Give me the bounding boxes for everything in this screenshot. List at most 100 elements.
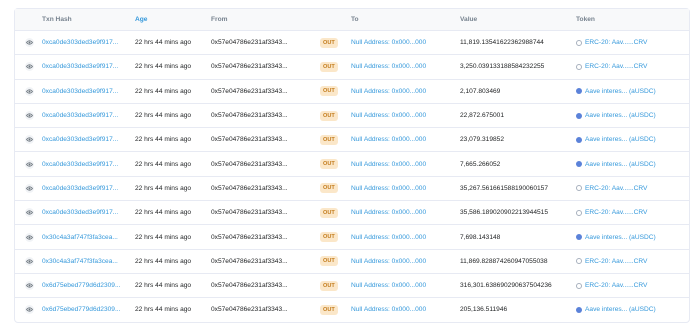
txn-hash-link[interactable]: 0x6d75ebed779d6d2309...	[42, 274, 135, 297]
eye-icon[interactable]	[24, 256, 34, 266]
to-address-link[interactable]: Null Address: 0x000...000	[351, 274, 461, 297]
out-badge: OUT	[320, 159, 338, 170]
table-header: Txn Hash Age From To Value Token	[15, 9, 689, 30]
token-link[interactable]: ERC-20: Aav......CRV	[585, 63, 647, 70]
to-address-link[interactable]: Null Address: 0x000...000	[351, 225, 461, 248]
eye-cell	[21, 31, 37, 54]
value-text: 11,869.828874260947055038	[460, 257, 548, 265]
header-txn-hash: Txn Hash	[42, 16, 72, 23]
to-address-link[interactable]: Null Address: 0x000...000	[351, 250, 461, 273]
token-link[interactable]: Aave interes... (aUSDC)	[585, 136, 656, 143]
txn-hash-link[interactable]: 0xca0de303ded3e9f917...	[42, 55, 135, 78]
token-link[interactable]: ERC-20: Aav......CRV	[585, 258, 647, 265]
to-address-link[interactable]: Null Address: 0x000...000	[351, 31, 461, 54]
from-address: 0x57e04786e231af3343...	[211, 184, 288, 192]
token-link[interactable]: Aave interes... (aUSDC)	[585, 306, 656, 313]
value-text: 35,267.561661588190060157	[460, 184, 549, 192]
txn-hash-link[interactable]: 0xca0de303ded3e9f917...	[42, 80, 135, 103]
token-link[interactable]: Aave interes... (aUSDC)	[585, 112, 656, 119]
token-link[interactable]: Aave interes... (aUSDC)	[585, 234, 656, 241]
value-text: 2,107.803469	[460, 87, 501, 95]
direction-cell: OUT	[320, 128, 342, 151]
token-cell: Aave interes... (aUSDC)	[576, 225, 689, 248]
eye-icon[interactable]	[24, 281, 34, 291]
eye-cell	[21, 177, 37, 200]
token-link[interactable]: ERC-20: Aav......CRV	[585, 209, 647, 216]
to-address-link[interactable]: Null Address: 0x000...000	[351, 201, 461, 224]
out-badge: OUT	[320, 183, 338, 194]
token-transfers-table: Txn Hash Age From To Value Token 0xca0de…	[14, 8, 690, 323]
age-text: 22 hrs 44 mins ago	[135, 184, 192, 192]
value-text: 22,872.675001	[460, 112, 505, 120]
token-cell: ERC-20: Aav......CRV	[576, 31, 689, 54]
header-age[interactable]: Age	[135, 9, 209, 30]
direction-cell: OUT	[320, 274, 342, 297]
value-text: 316,301.638690290637504236	[460, 282, 552, 290]
to-address-link[interactable]: Null Address: 0x000...000	[351, 55, 461, 78]
header-direction	[320, 9, 342, 30]
out-badge: OUT	[320, 86, 338, 97]
to-address-link[interactable]: Null Address: 0x000...000	[351, 177, 461, 200]
eye-icon[interactable]	[24, 111, 34, 121]
txn-hash-link[interactable]: 0xca0de303ded3e9f917...	[42, 31, 135, 54]
eye-icon[interactable]	[24, 232, 34, 242]
table-body: 0xca0de303ded3e9f917... 22 hrs 44 mins ag…	[15, 30, 689, 322]
eye-icon[interactable]	[24, 208, 34, 218]
token-link[interactable]: ERC-20: Aav......CRV	[585, 282, 647, 289]
txn-hash-link[interactable]: 0x30c4a3af747f3fa3cea...	[42, 250, 135, 273]
token-cell: ERC-20: Aav......CRV	[576, 177, 689, 200]
from-address: 0x57e04786e231af3343...	[211, 87, 288, 95]
token-cell: Aave interes... (aUSDC)	[576, 128, 689, 151]
age-text: 22 hrs 44 mins ago	[135, 112, 192, 120]
direction-cell: OUT	[320, 152, 342, 175]
from-address: 0x57e04786e231af3343...	[211, 63, 288, 71]
token-link[interactable]: Aave interes... (aUSDC)	[585, 88, 656, 95]
table-row: 0x30c4a3af747f3fa3cea... 22 hrs 44 mins a…	[15, 248, 689, 273]
eye-icon[interactable]	[24, 38, 34, 48]
eye-icon[interactable]	[24, 62, 34, 72]
age-text: 22 hrs 44 mins ago	[135, 233, 192, 241]
from-address: 0x57e04786e231af3343...	[211, 160, 288, 168]
eye-icon[interactable]	[24, 135, 34, 145]
eye-icon[interactable]	[24, 305, 34, 315]
token-cell: Aave interes... (aUSDC)	[576, 80, 689, 103]
from-address: 0x57e04786e231af3343...	[211, 39, 288, 47]
value-text: 7,698.143148	[460, 233, 501, 241]
token-link[interactable]: ERC-20: Aav......CRV	[585, 185, 647, 192]
token-link[interactable]: ERC-20: Aav......CRV	[585, 39, 647, 46]
header-token: Token	[576, 16, 595, 23]
to-address-link[interactable]: Null Address: 0x000...000	[351, 152, 461, 175]
to-address-link[interactable]: Null Address: 0x000...000	[351, 104, 461, 127]
token-cell: Aave interes... (aUSDC)	[576, 152, 689, 175]
txn-hash-link[interactable]: 0xca0de303ded3e9f917...	[42, 201, 135, 224]
token-cell: Aave interes... (aUSDC)	[576, 104, 689, 127]
to-address-link[interactable]: Null Address: 0x000...000	[351, 128, 461, 151]
out-badge: OUT	[320, 280, 338, 291]
txn-hash-link[interactable]: 0x6d75ebed779d6d2309...	[42, 298, 135, 321]
txn-hash-link[interactable]: 0xca0de303ded3e9f917...	[42, 104, 135, 127]
to-address-link[interactable]: Null Address: 0x000...000	[351, 80, 461, 103]
aave-token-icon	[576, 161, 582, 168]
value-text: 7,665.266052	[460, 160, 501, 168]
generic-token-icon	[576, 209, 582, 216]
out-badge: OUT	[320, 37, 338, 48]
txn-hash-link[interactable]: 0xca0de303ded3e9f917...	[42, 128, 135, 151]
to-address-link[interactable]: Null Address: 0x000...000	[351, 298, 461, 321]
table-row: 0x30c4a3af747f3fa3cea... 22 hrs 44 mins a…	[15, 224, 689, 248]
table-row: 0x6d75ebed779d6d2309... 22 hrs 44 mins ag…	[15, 297, 689, 321]
from-address: 0x57e04786e231af3343...	[211, 112, 288, 120]
from-address: 0x57e04786e231af3343...	[211, 282, 288, 290]
txn-hash-link[interactable]: 0x30c4a3af747f3fa3cea...	[42, 225, 135, 248]
eye-icon[interactable]	[24, 183, 34, 193]
direction-cell: OUT	[320, 80, 342, 103]
txn-hash-link[interactable]: 0xca0de303ded3e9f917...	[42, 152, 135, 175]
from-address: 0x57e04786e231af3343...	[211, 257, 288, 265]
aave-token-icon	[576, 234, 582, 241]
eye-icon[interactable]	[24, 159, 34, 169]
eye-icon[interactable]	[24, 86, 34, 96]
out-badge: OUT	[320, 304, 338, 315]
token-link[interactable]: Aave interes... (aUSDC)	[585, 161, 656, 168]
table-row: 0xca0de303ded3e9f917... 22 hrs 44 mins ag…	[15, 175, 689, 200]
eye-cell	[21, 274, 37, 297]
txn-hash-link[interactable]: 0xca0de303ded3e9f917...	[42, 177, 135, 200]
